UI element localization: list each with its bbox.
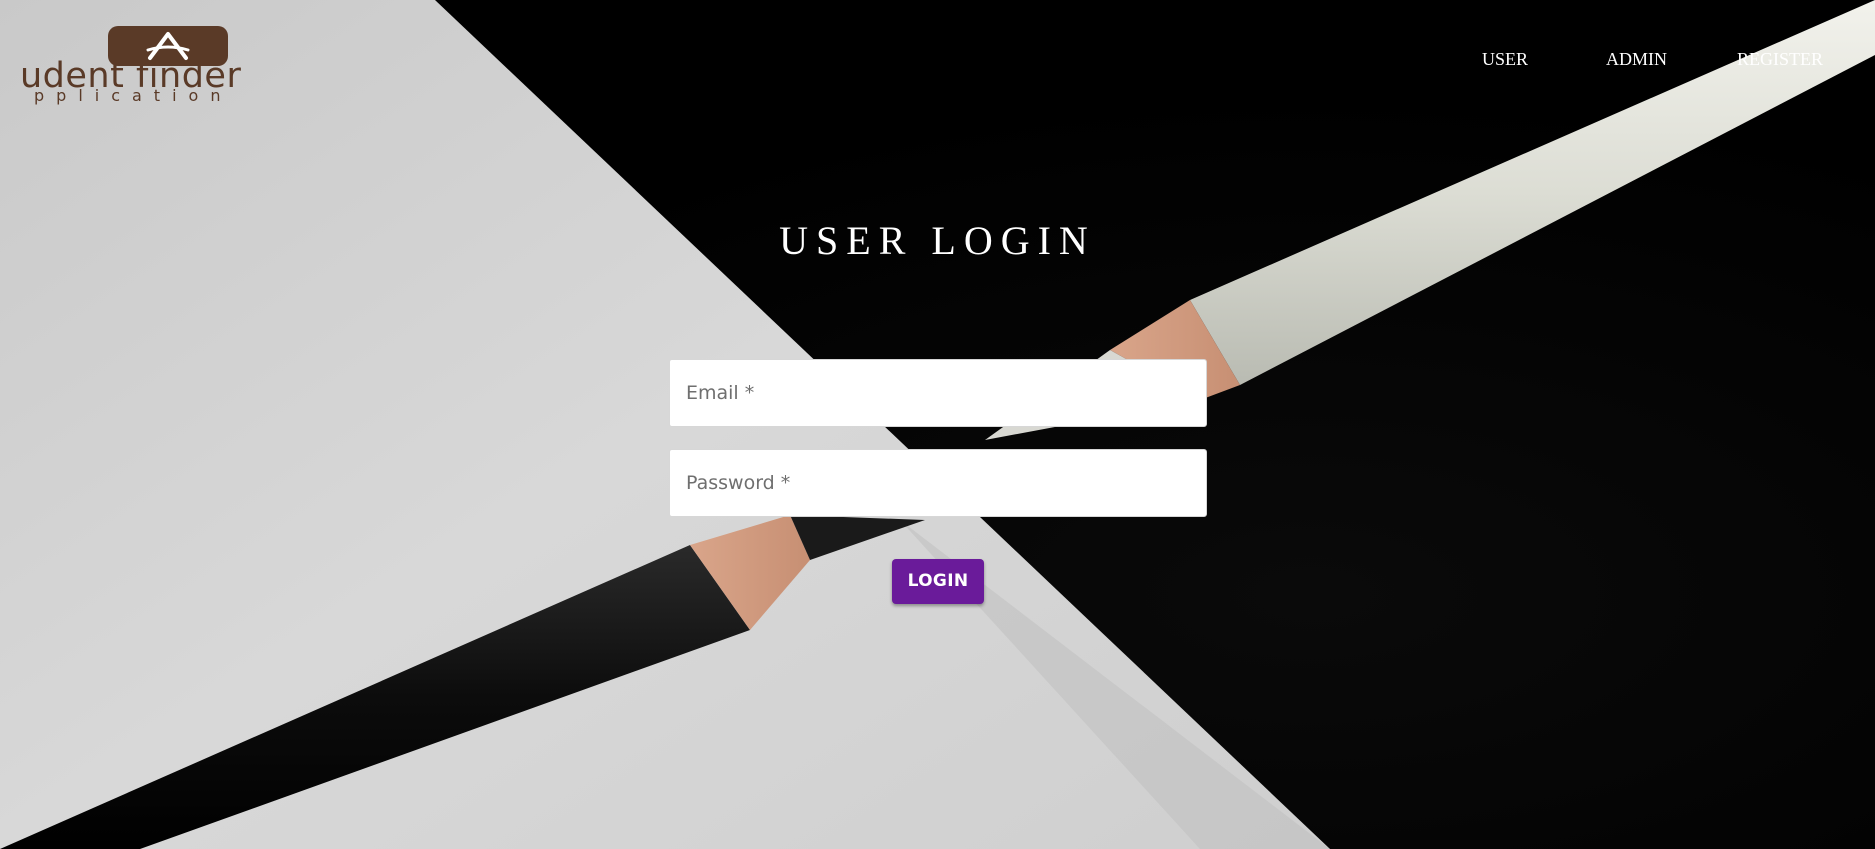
login-page: udent finder pplication USER ADMIN REGIS…	[0, 0, 1875, 849]
logo-sub-text: pplication	[34, 86, 233, 105]
nav-user-link[interactable]: USER	[1482, 47, 1528, 71]
email-input[interactable]	[670, 360, 1206, 426]
page-title: USER LOGIN	[779, 218, 1096, 263]
password-field-wrapper	[669, 449, 1207, 517]
email-field-wrapper	[669, 359, 1207, 427]
nav-register-link[interactable]: REGISTER	[1737, 47, 1823, 71]
app-logo[interactable]: udent finder pplication	[20, 24, 322, 104]
password-input[interactable]	[670, 450, 1206, 516]
top-nav: USER ADMIN REGISTER	[1482, 47, 1823, 71]
login-button[interactable]: LOGIN	[892, 559, 984, 604]
nav-admin-link[interactable]: ADMIN	[1606, 47, 1667, 71]
